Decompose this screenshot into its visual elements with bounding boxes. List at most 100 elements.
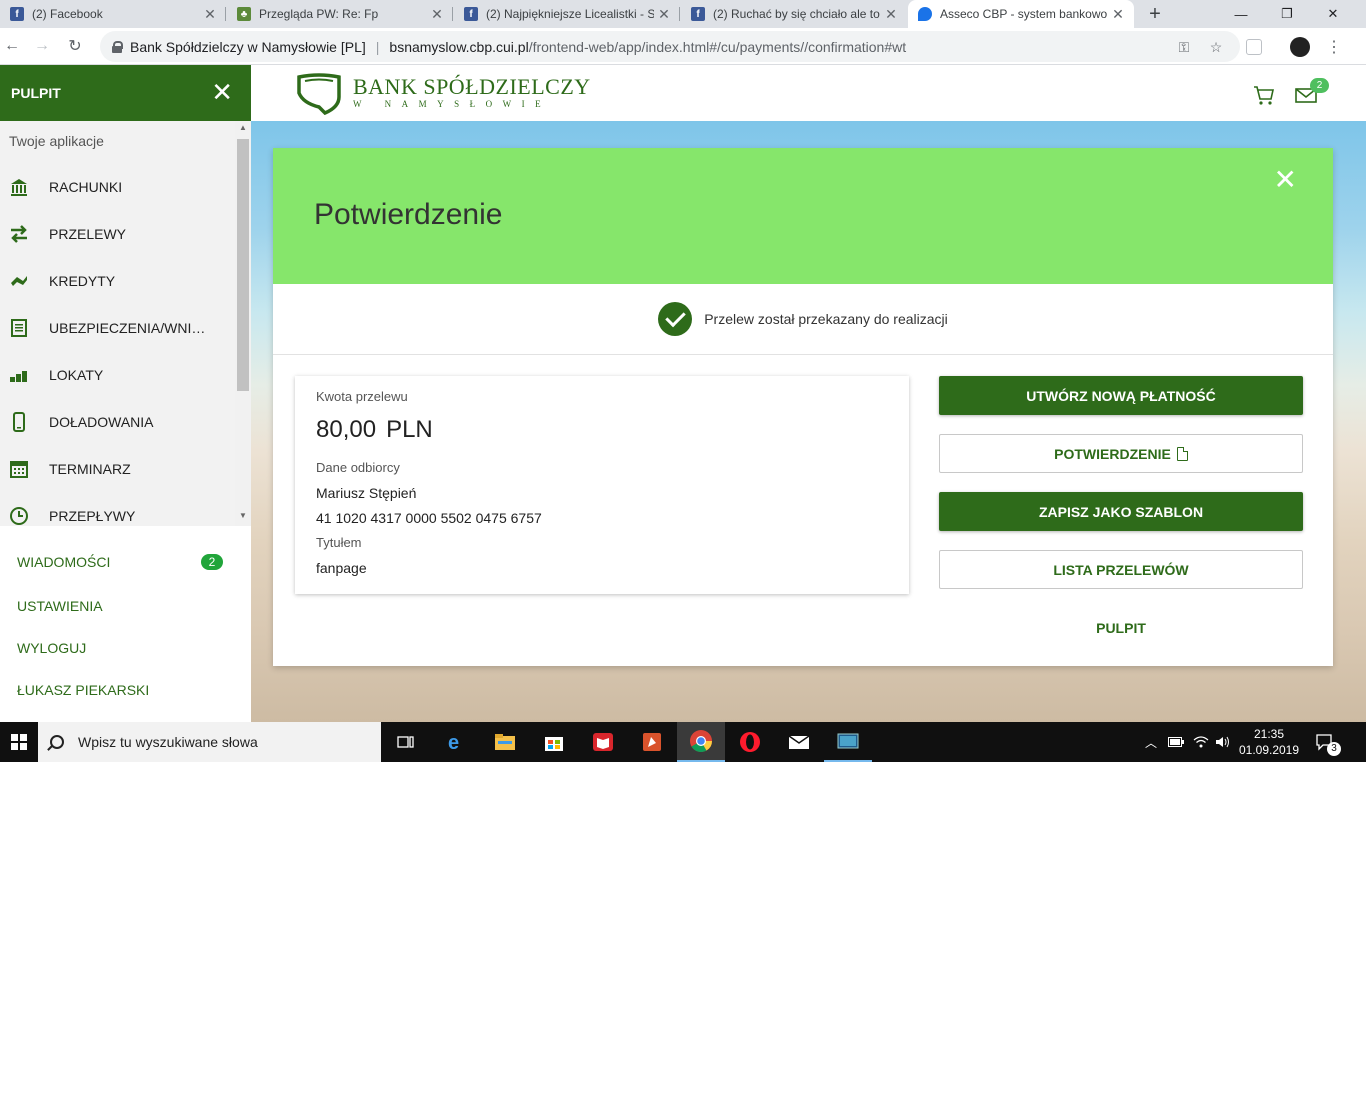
sidebar-item-doladowania[interactable]: DOŁADOWANIA bbox=[0, 398, 234, 445]
extension-icon[interactable] bbox=[1246, 39, 1262, 55]
sidebar-item-ubezpieczenia[interactable]: UBEZPIECZENIA/WNIOSKI bbox=[0, 304, 234, 351]
sidebar-item-label: RACHUNKI bbox=[49, 178, 123, 195]
confirmation-card: Potwierdzenie ✕ Przelew został przekazan… bbox=[273, 148, 1333, 666]
url-host: bsnamyslow.cbp.cui.pl bbox=[389, 38, 529, 55]
reader-app-icon[interactable] bbox=[579, 722, 627, 762]
amount-value: 80,00 PLN bbox=[316, 416, 433, 444]
address-bar[interactable]: Bank Spółdzielczy w Namysłowie [PL] | bs… bbox=[100, 31, 1240, 62]
save-template-button[interactable]: ZAPISZ JAKO SZABLON bbox=[939, 492, 1303, 531]
battery-icon[interactable] bbox=[1166, 722, 1186, 762]
sidebar-scrollbar[interactable]: ▲ ▼ bbox=[235, 121, 251, 526]
close-tab-icon[interactable]: ✕ bbox=[1108, 6, 1128, 23]
scroll-down-icon[interactable]: ▼ bbox=[235, 511, 251, 523]
browser-tab[interactable]: ♣ Przegląda PW: Re: Fp ✕ bbox=[227, 0, 453, 28]
chrome-icon[interactable] bbox=[677, 722, 725, 762]
screenshot-app-icon[interactable] bbox=[824, 722, 872, 762]
site-name: Bank Spółdzielczy w Namysłowie [PL] bbox=[130, 38, 366, 55]
back-icon[interactable]: ← bbox=[0, 34, 24, 58]
browser-tab[interactable]: f (2) Najpiękniejsze Licealistki - S ✕ bbox=[454, 0, 680, 28]
windows-start-icon[interactable] bbox=[0, 722, 38, 762]
user-name-link[interactable]: ŁUKASZ PIEKARSKI bbox=[17, 682, 149, 698]
clock-time: 21:35 bbox=[1253, 727, 1285, 741]
reload-icon[interactable]: ↻ bbox=[63, 34, 87, 58]
new-tab-button[interactable]: + bbox=[1144, 0, 1166, 28]
sidebar-item-rachunki[interactable]: RACHUNKI bbox=[0, 163, 234, 210]
sidebar-item-terminarz[interactable]: TERMINARZ bbox=[0, 445, 234, 492]
main-area: BANK SPÓŁDZIELCZY W NAMYSŁOWIE 2 Potwier… bbox=[251, 65, 1366, 722]
sidebar-item-label: PRZEPŁYWY bbox=[49, 507, 136, 524]
taskbar-search-input[interactable]: Wpisz tu wyszukiwane słowa bbox=[38, 722, 381, 762]
recipient-account: 41 1020 4317 0000 5502 0475 6757 bbox=[316, 510, 542, 526]
minimize-button[interactable]: — bbox=[1218, 0, 1264, 28]
url-path: /frontend-web/app/index.html#/cu/payment… bbox=[528, 38, 907, 55]
file-explorer-icon[interactable] bbox=[481, 722, 529, 762]
bank-header: BANK SPÓŁDZIELCZY W NAMYSŁOWIE 2 bbox=[251, 65, 1366, 121]
bank-logo[interactable]: BANK SPÓŁDZIELCZY W NAMYSŁOWIE bbox=[295, 73, 591, 116]
transfers-list-label: LISTA PRZELEWÓW bbox=[1053, 561, 1189, 578]
status-bar: Przelew został przekazany do realizacji bbox=[273, 284, 1333, 355]
search-icon bbox=[50, 735, 64, 749]
mail-app-icon[interactable] bbox=[775, 722, 823, 762]
notifications-icon[interactable]: 3 bbox=[1310, 722, 1341, 762]
taskbar-clock[interactable]: 21:35 01.09.2019 bbox=[1234, 726, 1304, 758]
close-sidebar-icon[interactable]: ✕ bbox=[211, 79, 233, 105]
close-tab-icon[interactable]: ✕ bbox=[654, 6, 674, 23]
app-icon[interactable] bbox=[628, 722, 676, 762]
transfers-list-button[interactable]: LISTA PRZELEWÓW bbox=[939, 550, 1303, 589]
browser-tab[interactable]: f (2) Facebook ✕ bbox=[0, 0, 226, 28]
close-window-button[interactable]: ✕ bbox=[1310, 0, 1356, 28]
dashboard-link[interactable]: PULPIT bbox=[939, 608, 1303, 647]
scrollbar-thumb[interactable] bbox=[237, 139, 249, 391]
sidebar-item-przelewy[interactable]: PRZELEWY bbox=[0, 210, 234, 257]
facebook-icon: f bbox=[10, 7, 24, 21]
star-icon[interactable]: ☆ bbox=[1206, 37, 1226, 57]
transfer-arrows-icon bbox=[8, 223, 30, 245]
opera-icon[interactable] bbox=[726, 722, 774, 762]
money-hand-icon bbox=[8, 270, 30, 292]
browser-toolbar: ← → ↻ Bank Spółdzielczy w Namysłowie [PL… bbox=[0, 28, 1366, 65]
facebook-icon: f bbox=[464, 7, 478, 21]
edge-icon[interactable]: e bbox=[432, 722, 480, 762]
maximize-button[interactable]: ❐ bbox=[1264, 0, 1310, 28]
messages-count-badge: 2 bbox=[201, 554, 223, 570]
forward-icon[interactable]: → bbox=[30, 34, 54, 58]
transfer-details: Kwota przelewu 80,00 PLN Dane odbiorcy Ma… bbox=[295, 376, 909, 594]
transfer-title: fanpage bbox=[316, 560, 367, 576]
scroll-up-icon[interactable]: ▲ bbox=[235, 123, 251, 135]
recipient-name: Mariusz Stępień bbox=[316, 485, 417, 501]
browser-tab[interactable]: f (2) Ruchać by się chciało ale to ✕ bbox=[681, 0, 907, 28]
task-view-icon[interactable] bbox=[382, 722, 430, 762]
new-payment-label: UTWÓRZ NOWĄ PŁATNOŚĆ bbox=[1026, 387, 1216, 404]
page-title: Potwierdzenie bbox=[314, 198, 503, 231]
close-icon[interactable]: ✕ bbox=[1274, 166, 1297, 194]
volume-icon[interactable] bbox=[1212, 722, 1234, 762]
close-tab-icon[interactable]: ✕ bbox=[881, 6, 901, 23]
cart-icon[interactable] bbox=[1252, 83, 1276, 107]
forum-icon: ♣ bbox=[237, 7, 251, 21]
menu-kebab-icon[interactable]: ⋮ bbox=[1324, 37, 1344, 57]
logout-link[interactable]: WYLOGUJ bbox=[17, 640, 86, 656]
sidebar-item-label: LOKATY bbox=[49, 366, 104, 383]
sidebar-item-kredyty[interactable]: KREDYTY bbox=[0, 257, 234, 304]
close-tab-icon[interactable]: ✕ bbox=[427, 6, 447, 23]
bank-name: BANK SPÓŁDZIELCZY bbox=[353, 74, 591, 99]
key-icon[interactable]: ⚿ bbox=[1174, 37, 1194, 57]
clock-date: 01.09.2019 bbox=[1238, 743, 1300, 757]
store-icon[interactable] bbox=[530, 722, 578, 762]
new-payment-button[interactable]: UTWÓRZ NOWĄ PŁATNOŚĆ bbox=[939, 376, 1303, 415]
sidebar-item-przeplywy[interactable]: PRZEPŁYWY bbox=[0, 492, 234, 526]
notifications-count-badge: 3 bbox=[1327, 742, 1341, 756]
sidebar-item-lokaty[interactable]: LOKATY bbox=[0, 351, 234, 398]
browser-tab-active[interactable]: Asseco CBP - system bankowo ✕ bbox=[908, 0, 1134, 28]
dashboard-label: PULPIT bbox=[1096, 619, 1146, 636]
sidebar-title: PULPIT bbox=[11, 85, 61, 101]
settings-link[interactable]: USTAWIENIA bbox=[17, 598, 103, 614]
show-hidden-icons-icon[interactable]: ︿ bbox=[1142, 722, 1160, 762]
profile-avatar[interactable] bbox=[1290, 37, 1310, 57]
status-message: Przelew został przekazany do realizacji bbox=[704, 311, 948, 327]
wifi-icon[interactable] bbox=[1190, 722, 1212, 762]
download-confirmation-button[interactable]: POTWIERDZENIE bbox=[939, 434, 1303, 473]
sidebar-item-label: KREDYTY bbox=[49, 272, 116, 289]
messages-link[interactable]: WIADOMOŚCI bbox=[17, 554, 110, 570]
close-tab-icon[interactable]: ✕ bbox=[200, 6, 220, 23]
